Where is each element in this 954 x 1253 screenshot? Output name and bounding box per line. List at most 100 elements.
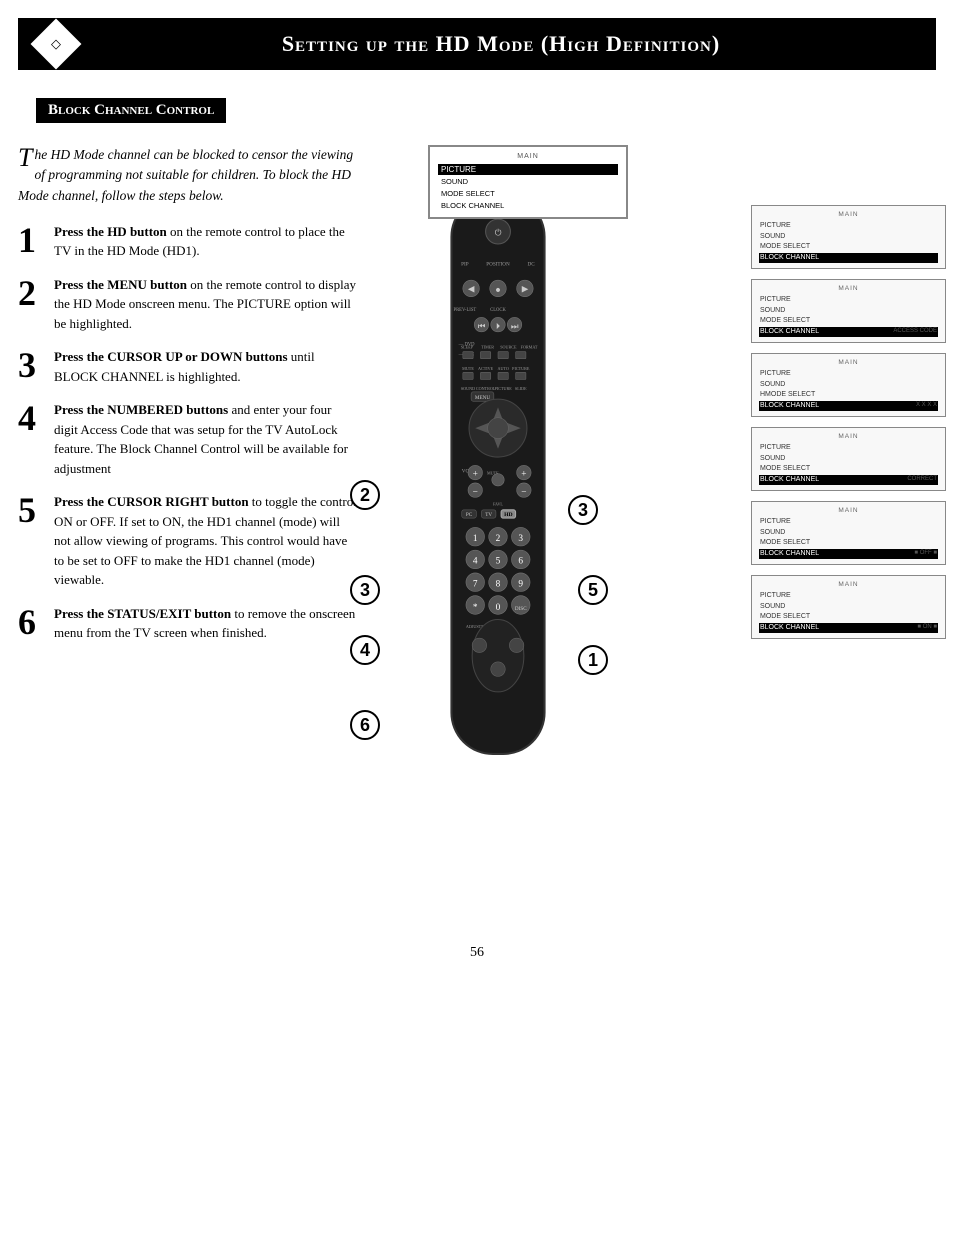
screen1-title: MAIN <box>759 211 938 218</box>
step-2-text: Press the MENU button on the remote cont… <box>54 275 358 334</box>
screen6-sound: SOUND <box>759 602 938 613</box>
svg-text:◀: ◀ <box>468 285 475 294</box>
screen6-picture: PICTURE <box>759 591 938 602</box>
svg-text:SLIDE: SLIDE <box>515 386 527 391</box>
badge-step-6: 6 <box>350 710 380 740</box>
svg-text:4: 4 <box>473 557 478 567</box>
screen-box-3: MAIN PICTURE SOUND HMODE SELECT BLOCK CH… <box>751 353 946 417</box>
top-screen-mode: MODE SELECT <box>438 188 618 199</box>
screen2-mode: MODE SELECT <box>759 316 938 327</box>
badge-step-3-top: 3 <box>568 495 598 525</box>
screen3-picture: PICTURE <box>759 369 938 380</box>
svg-text:DISC: DISC <box>515 606 527 612</box>
diamond-inner: ◇ <box>51 36 61 52</box>
screen-box-2: MAIN PICTURE SOUND MODE SELECT BLOCK CHA… <box>751 279 946 343</box>
svg-text:CONTROL: CONTROL <box>476 386 496 391</box>
screen-box-1: MAIN PICTURE SOUND MODE SELECT BLOCK CHA… <box>751 205 946 269</box>
svg-text:⏭: ⏭ <box>511 322 518 331</box>
svg-text:AUTO: AUTO <box>497 366 508 371</box>
svg-text:6: 6 <box>518 557 523 567</box>
screen1-sound: SOUND <box>759 232 938 243</box>
svg-text:POSITION: POSITION <box>486 262 510 268</box>
svg-text:PICTURE: PICTURE <box>495 386 513 391</box>
screen3-mode: HMODE SELECT <box>759 390 938 401</box>
step-5-text: Press the CURSOR RIGHT button to toggle … <box>54 492 358 590</box>
svg-text:PIP: PIP <box>461 262 469 268</box>
svg-text:3: 3 <box>518 534 523 544</box>
svg-text:DC: DC <box>528 262 536 268</box>
step-4-number: 4 <box>18 400 46 436</box>
step-1: 1 Press the HD button on the remote cont… <box>18 222 358 261</box>
step-5: 5 Press the CURSOR RIGHT button to toggl… <box>18 492 358 590</box>
screen4-block: BLOCK CHANNEL CORRECT <box>759 475 938 486</box>
screen2-block: BLOCK CHANNEL ACCESS CODE <box>759 327 938 338</box>
step-2-number: 2 <box>18 275 46 311</box>
screen1-picture: PICTURE <box>759 221 938 232</box>
svg-text:7: 7 <box>473 579 478 589</box>
step-1-number: 1 <box>18 222 46 258</box>
screen-box-5: MAIN PICTURE SOUND MODE SELECT BLOCK CHA… <box>751 501 946 565</box>
svg-text:MUTE: MUTE <box>462 366 474 371</box>
right-column: 2 3 5 3 4 1 6 ⏻ PIP POSITION DC <box>368 145 936 925</box>
svg-text:CLOCK: CLOCK <box>490 308 506 313</box>
svg-text:FAVL: FAVL <box>493 502 503 507</box>
step-4-text: Press the NUMBERED buttons and enter you… <box>54 400 358 478</box>
svg-text:SOURCE: SOURCE <box>500 344 517 349</box>
svg-text:PICTURE: PICTURE <box>512 366 530 371</box>
page-number: 56 <box>0 945 954 981</box>
screen5-title: MAIN <box>759 507 938 514</box>
svg-text:+: + <box>473 470 478 480</box>
svg-text:+: + <box>521 470 526 480</box>
svg-text:*: * <box>473 603 478 613</box>
screen4-title: MAIN <box>759 433 938 440</box>
step-3: 3 Press the CURSOR UP or DOWN buttons un… <box>18 347 358 386</box>
screen1-block: BLOCK CHANNEL <box>759 253 938 264</box>
screen5-picture: PICTURE <box>759 517 938 528</box>
content-area: The HD Mode channel can be blocked to ce… <box>18 145 936 925</box>
screen2-title: MAIN <box>759 285 938 292</box>
page-title: Setting up the HD Mode (High Definition) <box>86 31 916 57</box>
step-1-text: Press the HD button on the remote contro… <box>54 222 358 261</box>
badge-step-4: 4 <box>350 635 380 665</box>
screens-container: MAIN PICTURE SOUND MODE SELECT BLOCK CHA… <box>751 205 946 639</box>
screen4-picture: PICTURE <box>759 443 938 454</box>
screen-box-6: MAIN PICTURE SOUND MODE SELECT BLOCK CHA… <box>751 575 946 639</box>
svg-text:ACTIVE: ACTIVE <box>478 366 494 371</box>
svg-text:1: 1 <box>473 534 478 544</box>
svg-text:−: − <box>473 487 478 497</box>
screen3-block: BLOCK CHANNEL X X X X <box>759 401 938 412</box>
screen5-mode: MODE SELECT <box>759 538 938 549</box>
svg-text:5: 5 <box>496 557 501 567</box>
top-screen-block: BLOCK CHANNEL <box>438 200 618 211</box>
step-4: 4 Press the NUMBERED buttons and enter y… <box>18 400 358 478</box>
step-6-text: Press the STATUS/EXIT button to remove t… <box>54 604 358 643</box>
svg-text:⏻: ⏻ <box>495 229 502 238</box>
remote-image: 2 3 5 3 4 1 6 ⏻ PIP POSITION DC <box>368 185 648 790</box>
instructions-column: The HD Mode channel can be blocked to ce… <box>18 145 358 925</box>
svg-text:PREV-LIST: PREV-LIST <box>454 308 477 313</box>
svg-text:0: 0 <box>496 603 501 613</box>
svg-text:PC: PC <box>466 512 473 518</box>
svg-text:TIMER: TIMER <box>481 344 494 349</box>
screen-box-4: MAIN PICTURE SOUND MODE SELECT BLOCK CHA… <box>751 427 946 491</box>
svg-text:⏵: ⏵ <box>496 322 500 331</box>
section-heading: Block Channel Control <box>36 98 226 123</box>
remote-svg: ⏻ PIP POSITION DC ◀ ● ▶ PREV-LIST CLOCK <box>368 185 628 785</box>
screen2-sound: SOUND <box>759 306 938 317</box>
svg-text:TV: TV <box>485 512 492 518</box>
screen4-mode: MODE SELECT <box>759 464 938 475</box>
svg-text:●: ● <box>495 286 501 296</box>
top-screen-title: MAIN <box>438 153 618 160</box>
top-screen-sound: SOUND <box>438 176 618 187</box>
step-2: 2 Press the MENU button on the remote co… <box>18 275 358 334</box>
badge-step-5: 5 <box>578 575 608 605</box>
svg-text:8: 8 <box>496 579 501 589</box>
screen6-title: MAIN <box>759 581 938 588</box>
svg-text:MENU: MENU <box>475 395 490 401</box>
step-5-number: 5 <box>18 492 46 528</box>
step-3-number: 3 <box>18 347 46 383</box>
page-header: ◇ Setting up the HD Mode (High Definitio… <box>18 18 936 70</box>
svg-text:−: − <box>521 487 526 497</box>
svg-text:SLEEP: SLEEP <box>461 344 474 349</box>
screen6-mode: MODE SELECT <box>759 612 938 623</box>
